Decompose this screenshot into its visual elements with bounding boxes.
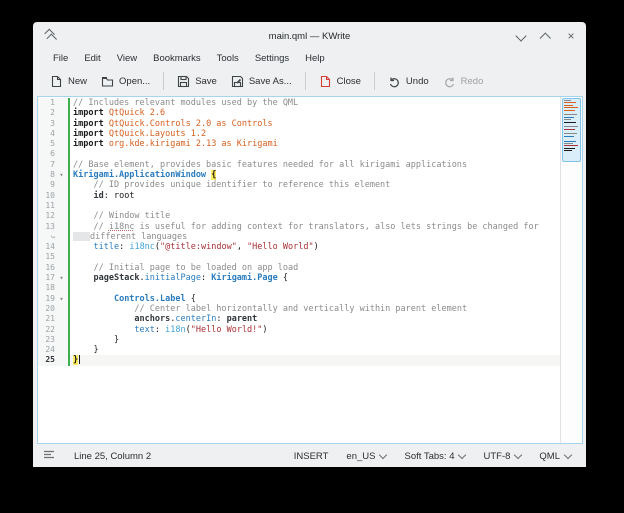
redo-button: Redo xyxy=(436,71,491,92)
menubar: File Edit View Bookmarks Tools Settings … xyxy=(33,50,586,66)
fold-marker-icon[interactable]: ▾ xyxy=(55,294,68,304)
menu-view[interactable]: View xyxy=(109,52,145,65)
code-line[interactable]: 14 title: i18nc("@title:window", "Hello … xyxy=(38,242,560,252)
new-button-label: New xyxy=(68,76,87,87)
menu-bookmarks[interactable]: Bookmarks xyxy=(145,52,209,65)
redo-button-label: Redo xyxy=(461,76,484,87)
fold-marker-icon[interactable]: ▾ xyxy=(55,273,68,283)
redo-icon xyxy=(443,75,456,88)
encoding-select[interactable]: UTF-8 xyxy=(478,449,526,464)
encoding-value: UTF-8 xyxy=(483,451,510,462)
code-line[interactable]: 19▾ Controls.Label { xyxy=(38,294,560,304)
close-document-button-label: Close xyxy=(337,76,361,87)
desktop-background: main.qml — KWrite × File Edit View Bookm… xyxy=(0,0,624,513)
chevron-down-icon xyxy=(379,451,387,459)
word-wrap-indicator-icon[interactable] xyxy=(43,450,55,463)
new-button[interactable]: New xyxy=(43,71,94,92)
statusbar: Line 25, Column 2 INSERT en_US Soft Tabs… xyxy=(33,445,586,467)
code-line[interactable]: 17▾ pageStack.initialPage: Kirigami.Page… xyxy=(38,273,560,283)
code-line[interactable]: 3import QtQuick.Controls 2.0 as Controls xyxy=(38,119,560,129)
code-line[interactable]: 15 xyxy=(38,252,560,262)
code-line[interactable]: 4import QtQuick.Layouts 1.2 xyxy=(38,129,560,139)
minimize-button[interactable] xyxy=(514,29,528,43)
code-line[interactable]: 2import QtQuick 2.6 xyxy=(38,108,560,118)
syntax-mode-value: QML xyxy=(539,451,560,462)
save-as-icon xyxy=(231,75,244,88)
open-button-label: Open... xyxy=(119,76,150,87)
toolbar-separator xyxy=(305,72,306,90)
code-line[interactable]: 7// Base element, provides basic feature… xyxy=(38,160,560,170)
chevron-down-icon xyxy=(515,30,526,41)
code-line[interactable]: 5import org.kde.kirigami 2.13 as Kirigam… xyxy=(38,139,560,149)
editor-view[interactable]: 1// Includes relevant modules used by th… xyxy=(37,96,583,444)
syntax-mode-select[interactable]: QML xyxy=(534,449,576,464)
code-line[interactable]: 11 xyxy=(38,201,560,211)
code-line[interactable]: 23 } xyxy=(38,335,560,345)
cursor-position[interactable]: Line 25, Column 2 xyxy=(69,449,156,464)
double-chevron-up-icon xyxy=(46,33,57,44)
toolbar-separator xyxy=(163,72,164,90)
dictionary-select[interactable]: en_US xyxy=(341,449,391,464)
code-line[interactable]: 20 // Center label horizontally and vert… xyxy=(38,304,560,314)
save-icon xyxy=(177,75,190,88)
menu-settings[interactable]: Settings xyxy=(247,52,297,65)
code-line[interactable]: 25} xyxy=(38,355,560,365)
code-line[interactable]: 24 } xyxy=(38,345,560,355)
chevron-down-icon xyxy=(514,451,522,459)
code-line[interactable]: 21 anchors.centerIn: parent xyxy=(38,314,560,324)
new-document-icon xyxy=(50,75,63,88)
menu-help[interactable]: Help xyxy=(297,52,333,65)
undo-icon xyxy=(388,75,401,88)
open-folder-icon xyxy=(101,75,114,88)
dictionary-value: en_US xyxy=(346,451,375,462)
code-line[interactable]: 10 id: root xyxy=(38,191,560,201)
fold-marker-icon[interactable]: ▾ xyxy=(55,170,68,180)
chevron-up-icon xyxy=(540,32,551,43)
code-line[interactable]: 1// Includes relevant modules used by th… xyxy=(38,98,560,108)
scrollbar-minimap[interactable] xyxy=(560,97,582,443)
input-mode[interactable]: INSERT xyxy=(289,449,334,464)
code-line[interactable]: 18 xyxy=(38,283,560,293)
titlebar[interactable]: main.qml — KWrite × xyxy=(33,22,586,50)
close-document-button[interactable]: Close xyxy=(312,71,368,92)
shade-window-button[interactable] xyxy=(44,29,58,43)
save-button-label: Save xyxy=(195,76,217,87)
toolbar: New Open... Save Save As... Close xyxy=(33,66,586,96)
code-line[interactable]: 9 // ID provides unique identifier to re… xyxy=(38,180,560,190)
close-document-icon xyxy=(319,75,332,88)
tab-mode-value: Soft Tabs: 4 xyxy=(404,451,454,462)
code-line[interactable]: 12 // Window title xyxy=(38,211,560,221)
code-line[interactable]: 13 // i18nc is useful for adding context… xyxy=(38,222,560,232)
undo-button[interactable]: Undo xyxy=(381,71,436,92)
minimap-code-preview xyxy=(564,100,579,153)
code-line[interactable]: 6 xyxy=(38,149,560,159)
save-as-button[interactable]: Save As... xyxy=(224,71,299,92)
kwrite-window: main.qml — KWrite × File Edit View Bookm… xyxy=(33,22,586,467)
chevron-down-icon xyxy=(564,451,572,459)
maximize-button[interactable] xyxy=(539,29,553,43)
save-as-button-label: Save As... xyxy=(249,76,292,87)
code-line[interactable]: 22 text: i18n("Hello World!") xyxy=(38,325,560,335)
undo-button-label: Undo xyxy=(406,76,429,87)
save-button[interactable]: Save xyxy=(170,71,224,92)
toolbar-separator xyxy=(374,72,375,90)
text-cursor xyxy=(79,355,80,364)
menu-edit[interactable]: Edit xyxy=(76,52,108,65)
menu-file[interactable]: File xyxy=(45,52,76,65)
close-window-button[interactable]: × xyxy=(564,29,578,43)
code-lines[interactable]: 1// Includes relevant modules used by th… xyxy=(38,98,560,443)
tab-mode-select[interactable]: Soft Tabs: 4 xyxy=(399,449,470,464)
window-title: main.qml — KWrite xyxy=(33,31,586,42)
code-line[interactable]: 16 // Initial page to be loaded on app l… xyxy=(38,263,560,273)
close-icon: × xyxy=(567,30,574,42)
chevron-down-icon xyxy=(458,451,466,459)
code-line[interactable]: ↪different languages xyxy=(38,232,560,242)
open-button[interactable]: Open... xyxy=(94,71,157,92)
menu-tools[interactable]: Tools xyxy=(209,52,247,65)
code-line[interactable]: 8▾Kirigami.ApplicationWindow { xyxy=(38,170,560,180)
